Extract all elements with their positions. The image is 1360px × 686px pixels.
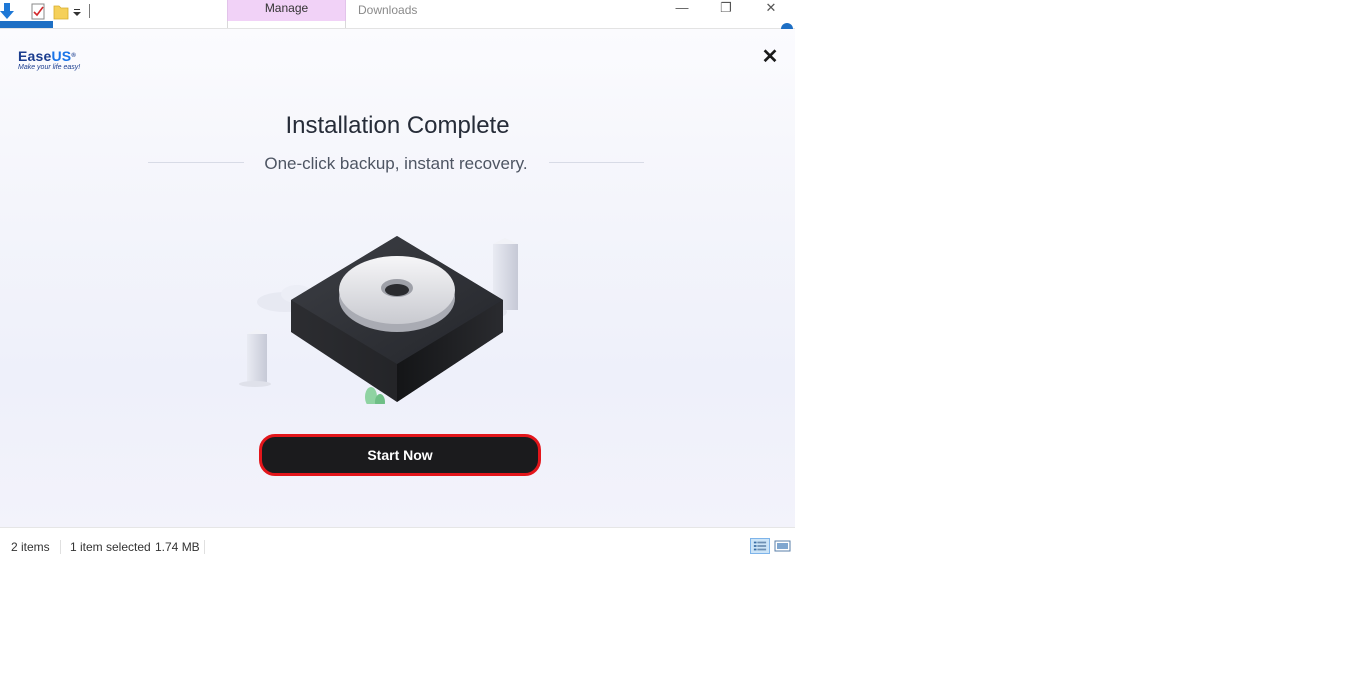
logo-brand-main: Ease — [18, 48, 52, 64]
maximize-button[interactable]: ❐ — [711, 0, 741, 20]
dialog-title: Installation Complete — [285, 112, 510, 139]
logo-brand: EaseUS® — [18, 48, 76, 64]
close-window-button[interactable]: ✕ — [756, 0, 786, 20]
backup-device-illustration — [239, 236, 518, 404]
dialog-subtitle: One-click backup, instant recovery. — [264, 154, 528, 173]
status-separator — [204, 540, 205, 554]
explorer-window: Manage Downloads — ❐ ✕ EaseUS® Make your… — [0, 0, 795, 686]
easeus-logo: EaseUS® Make your life easy! — [18, 48, 98, 78]
down-arrow-icon[interactable] — [0, 2, 14, 20]
large-icons-view-icon[interactable] — [773, 538, 793, 554]
selection-size: 1.74 MB — [155, 540, 200, 554]
item-count: 2 items — [11, 540, 50, 554]
logo-brand-accent: US — [51, 48, 72, 64]
tab-manage-underline — [227, 21, 346, 28]
folder-icon[interactable] — [53, 2, 69, 20]
details-view-icon[interactable] — [750, 538, 770, 554]
dropdown-icon[interactable] — [72, 2, 82, 20]
minimize-button[interactable]: — — [667, 0, 697, 20]
logo-tagline: Make your life easy! — [18, 64, 81, 71]
subtitle-rule-right — [549, 162, 644, 163]
toolbar-separator — [89, 4, 90, 18]
logo-registered: ® — [71, 53, 76, 59]
installer-dialog: EaseUS® Make your life easy! ✕ Installat… — [0, 29, 795, 527]
file-tab-accent[interactable] — [0, 21, 53, 28]
tab-manage[interactable]: Manage — [227, 0, 346, 21]
status-separator — [60, 540, 61, 554]
start-now-button[interactable]: Start Now — [259, 434, 541, 476]
title-bar: Manage Downloads — ❐ ✕ — [0, 0, 795, 29]
subtitle-row: One-click backup, instant recovery. — [148, 153, 644, 175]
window-title: Downloads — [358, 3, 418, 17]
properties-icon[interactable] — [30, 2, 46, 20]
selection-count: 1 item selected — [70, 540, 151, 554]
status-bar: 2 items 1 item selected 1.74 MB — [0, 527, 795, 566]
dialog-close-icon[interactable]: ✕ — [760, 47, 780, 67]
